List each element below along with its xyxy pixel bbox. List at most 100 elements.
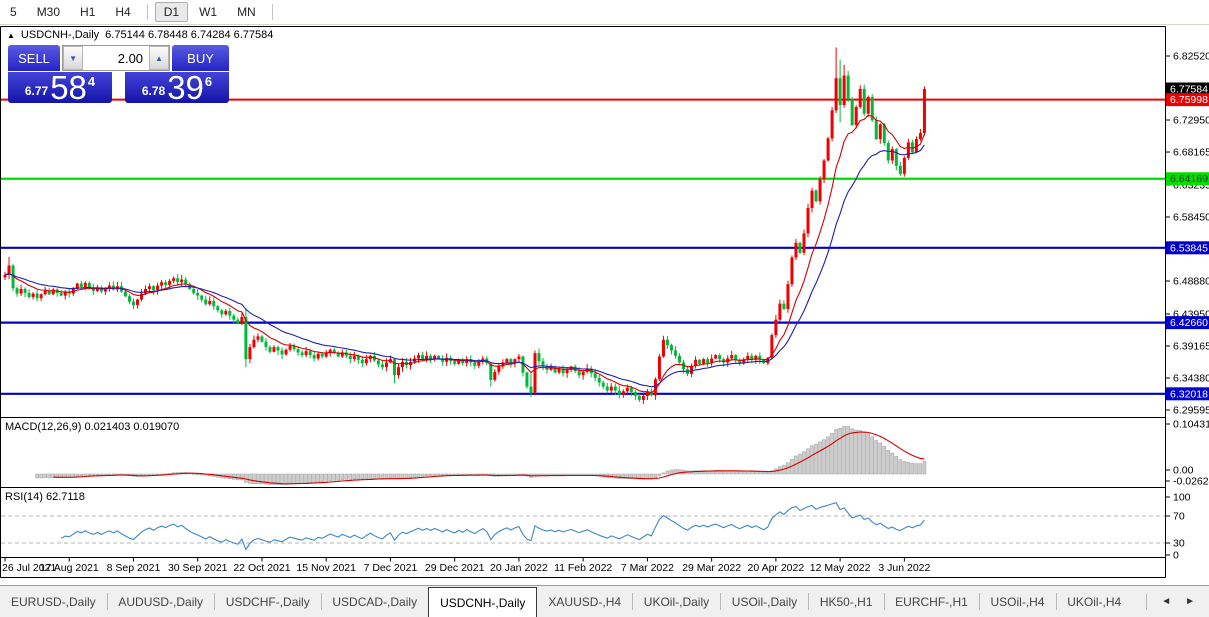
tf-button-5[interactable]: 5 xyxy=(1,2,26,22)
date-tick-label: 12 May 2022 xyxy=(810,562,871,574)
svg-text:6.32018: 6.32018 xyxy=(1170,388,1208,400)
candle xyxy=(260,336,263,341)
candle xyxy=(60,293,63,296)
tabs-scroll-left[interactable]: ◄ xyxy=(1161,596,1171,607)
toolbar-separator xyxy=(272,4,273,20)
symbol-tab-eurusd-daily[interactable]: EURUSD-,Daily xyxy=(0,586,107,617)
candle xyxy=(289,346,292,350)
chart-canvas[interactable]: 6.825206.729506.681656.632356.584506.488… xyxy=(0,26,1209,578)
candle xyxy=(273,347,276,352)
candle xyxy=(228,311,231,316)
date-tick-label: 8 Sep 2021 xyxy=(107,562,161,574)
date-tick-label: 29 Dec 2021 xyxy=(425,562,485,574)
candle xyxy=(156,286,159,291)
candle xyxy=(674,350,677,355)
symbol-tab-ukoil-daily[interactable]: UKOil-,Daily xyxy=(633,586,720,617)
buy-button[interactable]: BUY xyxy=(172,45,229,71)
symbol-tab-usdcnh-daily[interactable]: USDCNH-,Daily xyxy=(428,587,537,617)
date-tick-label: 20 Jan 2022 xyxy=(490,562,548,574)
macd-axis-label: 0.104313 xyxy=(1173,419,1209,431)
chart-title: ▲ USDCNH-,Daily 6.75144 6.78448 6.74284 … xyxy=(7,29,273,41)
candle xyxy=(786,284,789,309)
symbol-tab-eurchf-h1[interactable]: EURCHF-,H1 xyxy=(884,586,979,617)
symbol-tab-usdchf-daily[interactable]: USDCHF-,Daily xyxy=(215,586,321,617)
candle xyxy=(36,294,39,299)
price-tick-label: 6.68165 xyxy=(1173,147,1209,159)
timeframe-toolbar: 5M30H1H4 D1W1MN xyxy=(0,0,1209,25)
symbol-tab-usoil-daily[interactable]: USOil-,Daily xyxy=(721,586,808,617)
candle xyxy=(176,278,179,282)
tf-button-m30[interactable]: M30 xyxy=(28,2,69,22)
date-tick-label: 7 Dec 2021 xyxy=(364,562,418,574)
candle xyxy=(867,97,870,114)
candle xyxy=(88,283,91,288)
buy-price-display[interactable]: 6.78 39 6 xyxy=(125,72,229,103)
candle xyxy=(903,158,906,174)
price-tick-label: 6.29595 xyxy=(1173,405,1209,417)
candle xyxy=(718,355,721,359)
candle xyxy=(895,149,898,166)
tf-button-w1[interactable]: W1 xyxy=(190,2,226,22)
candle xyxy=(610,387,613,391)
date-tick-label: 15 Nov 2021 xyxy=(296,562,356,574)
candle xyxy=(132,302,135,305)
candle xyxy=(377,360,380,364)
rsi-axis-label: 0 xyxy=(1173,550,1179,562)
price-tick-label: 6.82520 xyxy=(1173,51,1209,63)
candle xyxy=(859,89,862,107)
symbol-tab-xauusd-h4[interactable]: XAUUSD-,H4 xyxy=(537,586,632,617)
svg-text:6.64169: 6.64169 xyxy=(1170,173,1208,185)
tabs-scroll-right[interactable]: ► xyxy=(1185,596,1195,607)
rsi-axis-label: 100 xyxy=(1173,492,1191,504)
candle xyxy=(835,78,838,110)
candle xyxy=(477,362,480,366)
candle xyxy=(180,280,183,283)
blue-line-badge-3: 6.32018 xyxy=(1166,387,1209,400)
candle xyxy=(919,133,922,139)
candle xyxy=(638,396,641,400)
tf-button-h4[interactable]: H4 xyxy=(106,2,139,22)
symbol-tab-ukoil-h4[interactable]: UKOil-,H4 xyxy=(1056,586,1132,617)
green-line-badge: 6.64169 xyxy=(1166,172,1209,185)
candle xyxy=(630,388,633,392)
svg-text:6.42660: 6.42660 xyxy=(1170,317,1208,329)
candle xyxy=(136,300,139,305)
rsi-axis-label: 30 xyxy=(1173,538,1185,550)
candle xyxy=(144,289,147,294)
hline-layer[interactable] xyxy=(1,100,1165,394)
symbol-tab-usdcad-daily[interactable]: USDCAD-,Daily xyxy=(321,586,428,617)
macd-axis-label: -0.026249 xyxy=(1173,476,1209,488)
volume-input[interactable]: 2.00 xyxy=(83,46,149,70)
candle xyxy=(847,76,850,99)
candle xyxy=(578,371,581,375)
tf-button-d1[interactable]: D1 xyxy=(155,2,188,22)
candle xyxy=(746,356,749,359)
collapse-panel-icon[interactable]: ▲ xyxy=(7,31,15,40)
candle xyxy=(220,310,223,314)
candle xyxy=(425,356,428,359)
candle xyxy=(642,396,645,400)
symbol-tab-audusd-daily[interactable]: AUDUSD-,Daily xyxy=(107,586,214,617)
volume-increase-button[interactable]: ▲ xyxy=(149,46,169,70)
price-tick-label: 6.58450 xyxy=(1173,212,1209,224)
candle xyxy=(200,296,203,300)
candle xyxy=(658,356,661,379)
date-tick-label: 3 Jun 2022 xyxy=(878,562,930,574)
moving-average-layer xyxy=(5,115,924,392)
candle xyxy=(879,124,882,139)
tf-button-h1[interactable]: H1 xyxy=(71,2,104,22)
price-tick-label: 6.34380 xyxy=(1173,373,1209,385)
sell-price-big: 58 xyxy=(50,74,87,102)
volume-decrease-button[interactable]: ▼ xyxy=(63,46,83,70)
price-tick-label: 6.39165 xyxy=(1173,341,1209,353)
sell-button[interactable]: SELL xyxy=(8,45,60,71)
candle xyxy=(802,233,805,252)
tf-button-mn[interactable]: MN xyxy=(228,2,265,22)
candle xyxy=(236,320,239,323)
candle xyxy=(216,306,219,310)
candle xyxy=(537,353,540,361)
symbol-tab-hk50-h1[interactable]: HK50-,H1 xyxy=(809,586,884,617)
sell-price-display[interactable]: 6.77 58 4 xyxy=(8,72,112,103)
candle xyxy=(863,89,866,114)
symbol-tab-usoil-h4[interactable]: USOil-,H4 xyxy=(980,586,1056,617)
